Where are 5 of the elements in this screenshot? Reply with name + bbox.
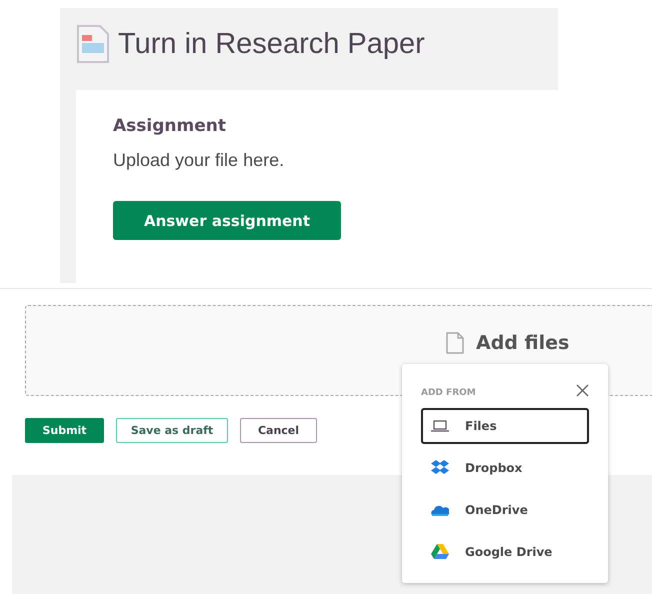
card-text: Upload your file here. <box>113 150 286 171</box>
page-title: Turn in Research Paper <box>118 28 425 60</box>
add-files-label: Add files <box>476 332 570 354</box>
popup-heading: ADD FROM <box>421 388 476 398</box>
card-heading: Assignment <box>113 116 227 136</box>
